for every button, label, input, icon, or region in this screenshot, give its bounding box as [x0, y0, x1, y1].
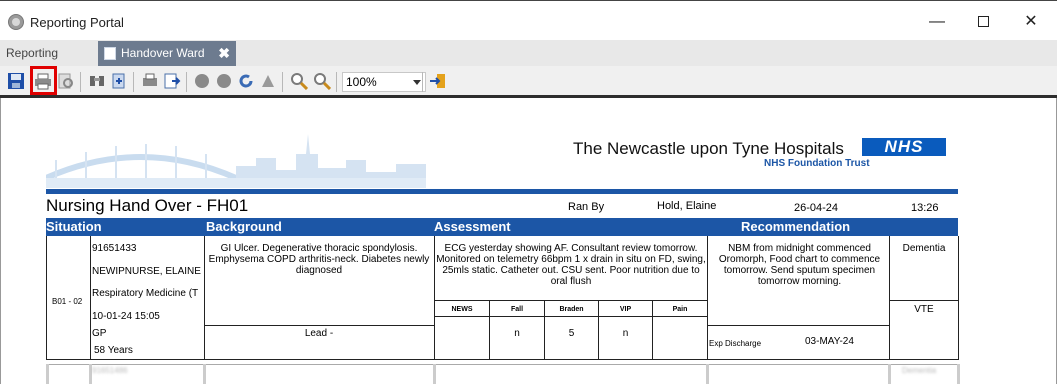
assessment-header: Assessment [434, 219, 511, 234]
patient-specialty: Respiratory Medicine (T [92, 288, 199, 299]
report-title: Nursing Hand Over - FH01 [46, 196, 249, 215]
tab-handover-ward[interactable]: Handover Ward ✖ [98, 41, 236, 66]
tab-bar: Reporting Portal Handover Ward ✖ [0, 40, 1057, 84]
nhs-logo: NHS [862, 138, 946, 156]
row-border [707, 325, 889, 326]
row-border [889, 236, 890, 360]
recommendation-text: NBM from midnight commenced Oromorph, Fo… [718, 243, 881, 287]
minimize-button[interactable]: — [914, 9, 960, 35]
report-time: 13:26 [911, 202, 939, 214]
row-border [707, 236, 708, 360]
row-border [46, 364, 49, 384]
maximize-icon [977, 16, 989, 28]
row-border [204, 325, 434, 326]
row-border [203, 364, 206, 384]
assessment-text: ECG yesterday showing AF. Consultant rev… [436, 243, 706, 287]
next-patient-id: 91651486 [92, 366, 128, 375]
row-border [888, 364, 891, 384]
zoom-select[interactable]: 100% [342, 72, 426, 92]
braden-header: Braden [559, 306, 584, 313]
toolbar-separator [422, 72, 423, 92]
pain-header: Pain [672, 306, 688, 313]
toolbar-separator [282, 72, 283, 92]
export-icon[interactable] [110, 72, 128, 90]
vip-value: n [622, 328, 629, 339]
next-patient-row [46, 364, 958, 384]
recommendation-header: Recommendation [741, 219, 851, 234]
refresh-icon[interactable] [237, 72, 255, 90]
chevron-down-icon [413, 80, 421, 85]
row-border [958, 236, 959, 360]
lead-label: Lead - [304, 328, 334, 339]
gp-label: GP [92, 328, 107, 339]
situation-header: Situation [46, 219, 102, 234]
exit-icon[interactable] [429, 72, 447, 90]
tab-close-icon[interactable]: ✖ [218, 41, 230, 65]
zoom-value: 100% [346, 75, 377, 89]
column-header-band: Situation Background Assessment Recommen… [46, 218, 958, 236]
report-toolbar: 100% [0, 66, 1057, 98]
find-icon[interactable] [88, 72, 106, 90]
row-border [46, 359, 959, 360]
trust-name: The Newcastle upon Tyne Hospitals [573, 139, 844, 158]
admission-datetime: 10-01-24 15:05 [92, 311, 160, 322]
news-header: NEWS [451, 306, 473, 313]
patient-id: 91651433 [92, 243, 137, 254]
maximize-button[interactable] [960, 9, 1006, 35]
parameters-icon[interactable] [259, 72, 277, 90]
next-icon[interactable] [215, 72, 233, 90]
braden-value: 5 [568, 328, 575, 339]
newcastle-skyline-image [46, 134, 426, 188]
row-border [46, 236, 47, 360]
row-border [957, 364, 960, 384]
row-border [889, 300, 958, 301]
header-rule [46, 189, 958, 194]
ran-by-name: Hold, Elaine [657, 200, 717, 212]
toolbar-separator [186, 72, 187, 92]
window-titlebar: Reporting Portal — ✕ [0, 0, 1057, 40]
tab-reporting-portal[interactable]: Reporting Portal [0, 41, 97, 84]
close-button[interactable]: ✕ [1008, 9, 1054, 35]
row-border [204, 236, 205, 360]
tab-label: Handover Ward [121, 46, 205, 60]
row-border [90, 236, 91, 360]
patient-age: 58 Years [94, 345, 133, 356]
toolbar-separator [336, 72, 337, 92]
trust-subtitle: NHS Foundation Trust [764, 158, 870, 169]
fall-header: Fall [510, 306, 524, 313]
dementia-flag: Dementia [902, 243, 946, 254]
report-date: 26-04-24 [794, 202, 839, 214]
vte-flag: VTE [914, 304, 934, 315]
toolbar-separator [133, 72, 134, 92]
row-border [434, 236, 435, 360]
vip-header: VIP [619, 306, 632, 313]
next-patient-flag: Dementia [902, 366, 937, 375]
save-icon[interactable] [7, 72, 25, 90]
background-text: GI Ulcer. Degenerative thoracic spondylo… [208, 243, 430, 276]
prev-icon[interactable] [193, 72, 211, 90]
zoom-in-icon[interactable] [313, 72, 331, 90]
exp-discharge-label: Exp Discharge [709, 339, 762, 348]
app-icon [8, 14, 24, 30]
row-border [706, 364, 709, 384]
toolbar-separator [80, 72, 81, 92]
row-border [434, 300, 707, 301]
export-pdf-icon[interactable] [163, 72, 181, 90]
patient-name: NEWIPNURSE, ELAINE [92, 266, 201, 277]
row-border [433, 364, 436, 384]
zoom-out-icon[interactable] [290, 72, 308, 90]
background-header: Background [206, 219, 282, 234]
print-highlight [30, 66, 57, 95]
page-setup-icon[interactable] [141, 72, 159, 90]
exp-discharge-date: 03-MAY-24 [805, 336, 854, 347]
bed-number: B01 - 02 [52, 297, 83, 306]
window-title: Reporting Portal [30, 15, 124, 30]
fall-value: n [514, 328, 520, 339]
document-icon [104, 47, 116, 61]
ran-by-label: Ran By [568, 201, 605, 213]
print-preview-icon[interactable] [57, 72, 75, 90]
row-border [434, 316, 707, 317]
